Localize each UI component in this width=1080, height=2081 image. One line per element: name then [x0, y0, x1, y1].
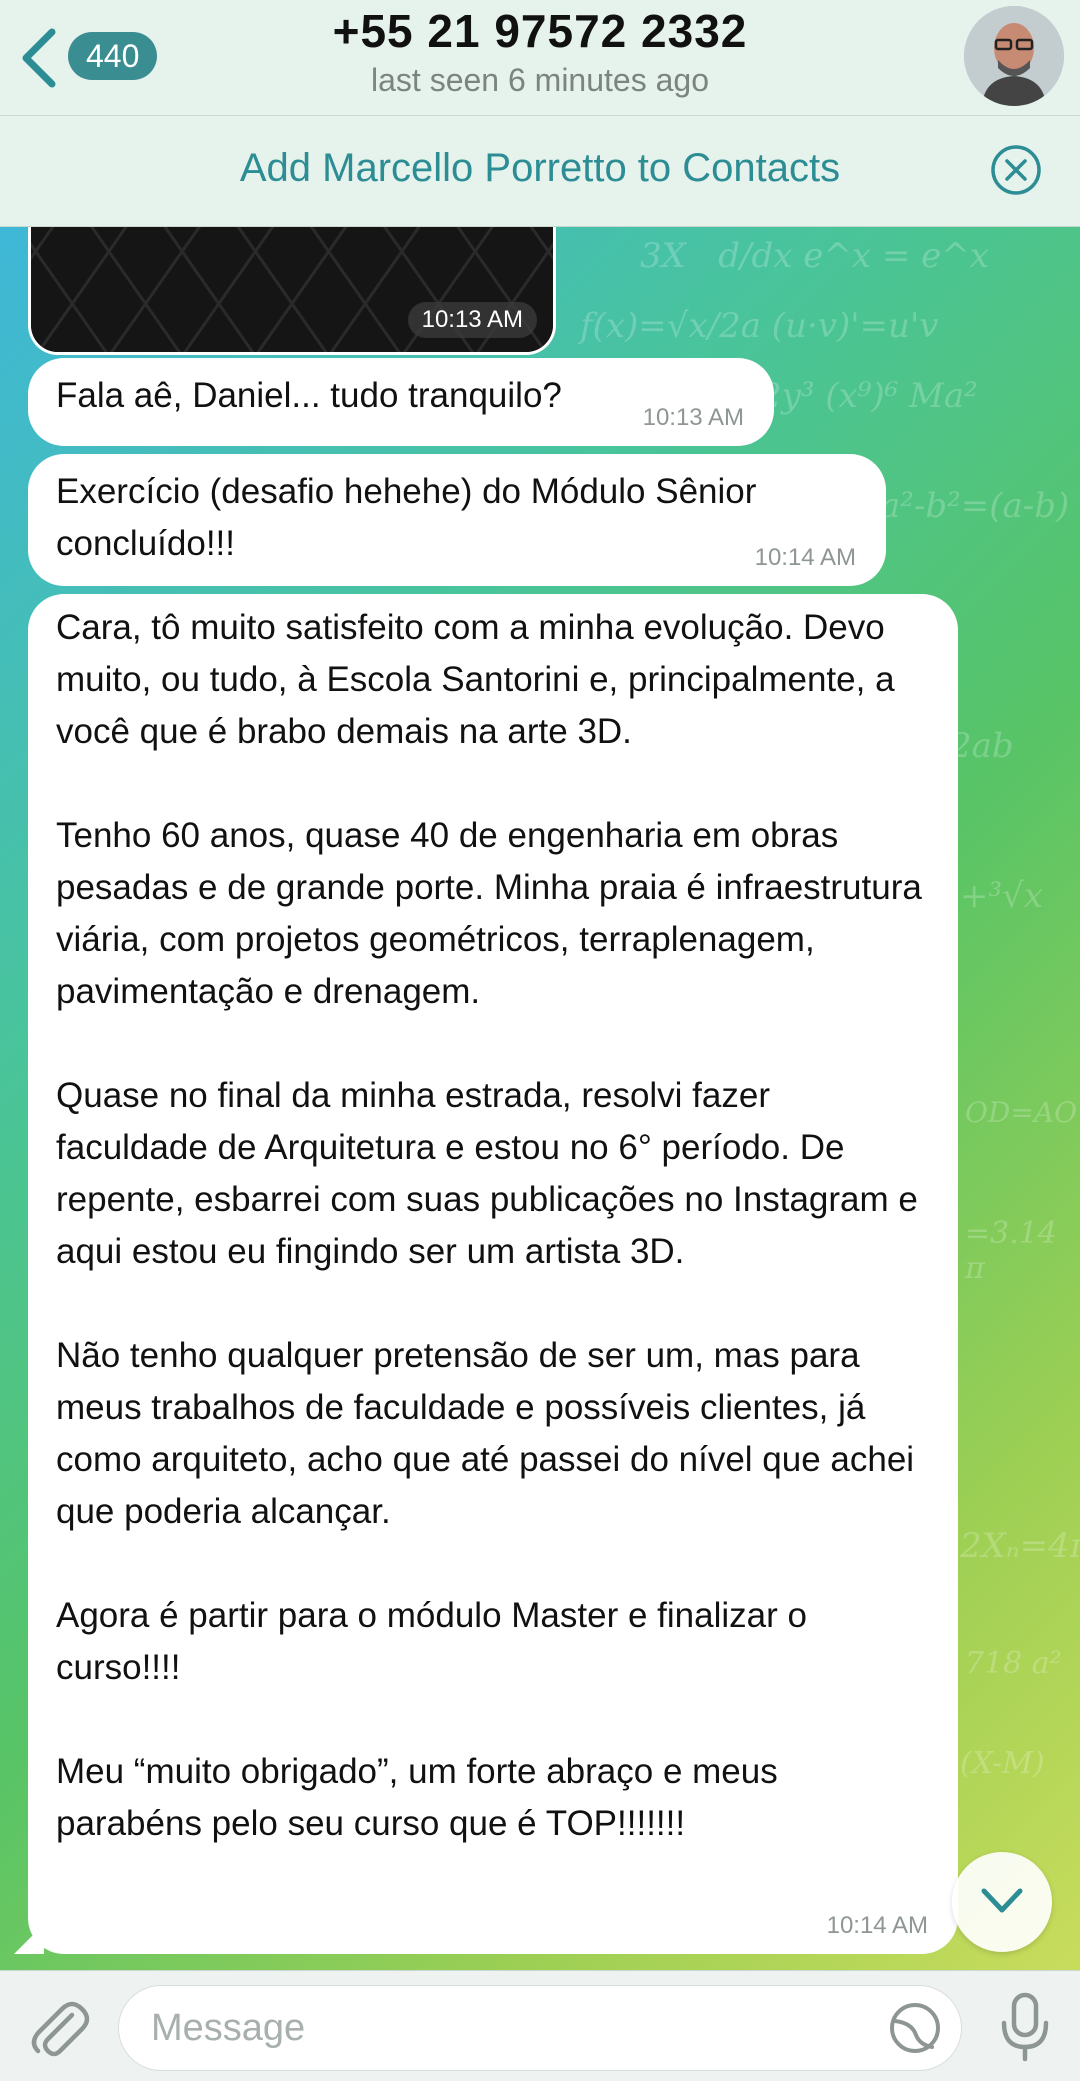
add-contact-bar: Add Marcello Porretto to Contacts — [0, 116, 1080, 227]
background-doodle: 2Xₙ=4π — [960, 1526, 1080, 1566]
message-paragraph: Não tenho qualquer pretensão de ser um, … — [56, 1336, 915, 1531]
background-doodle: +³√x — [960, 876, 1043, 916]
message-time: 10:13 AM — [642, 404, 744, 431]
scroll-to-bottom-button[interactable] — [952, 1852, 1052, 1952]
microphone-icon — [1001, 1992, 1049, 2062]
avatar[interactable] — [964, 6, 1064, 106]
media-message[interactable]: 10:13 AM — [28, 226, 556, 355]
avatar-image — [964, 6, 1064, 106]
background-doodle: =3.14 π — [965, 1216, 1057, 1286]
contact-title[interactable]: +55 21 97572 2332 — [0, 4, 1080, 58]
message-paragraph: Agora é partir para o módulo Master e fi… — [56, 1596, 807, 1687]
message-time: 10:14 AM — [754, 544, 856, 571]
background-doodle: f(x)=√x/2a (u·v)'=u'v — [580, 306, 939, 346]
message-text: Exercício (desafio hehehe) do Módulo Sên… — [56, 472, 767, 563]
add-contact-button[interactable]: Add Marcello Porretto to Contacts — [0, 146, 1080, 191]
composer-bar — [0, 1970, 1080, 2081]
attach-button[interactable] — [28, 1993, 90, 2064]
chat-header: 440 +55 21 97572 2332 last seen 6 minute… — [0, 0, 1080, 116]
message-paragraph: Quase no final da minha estrada, resolvi… — [56, 1076, 918, 1271]
message-time: 10:13 AM — [407, 302, 537, 338]
dismiss-add-contact-button[interactable] — [990, 144, 1042, 196]
background-doodle: OD=AO — [965, 1096, 1078, 1129]
background-doodle: a²-b²=(a-b) — [880, 486, 1070, 526]
message-paragraph: Meu “muito obrigado”, um forte abraço e … — [56, 1752, 778, 1843]
close-circle-icon — [991, 145, 1041, 195]
background-doodle: 3X d/dx e^x = e^x — [640, 236, 989, 276]
last-seen-status: last seen 6 minutes ago — [371, 62, 709, 98]
message-bubble[interactable]: Fala aê, Daniel... tudo tranquilo? 10:13… — [28, 358, 774, 446]
background-doodle: 718 a² — [965, 1646, 1062, 1681]
background-doodle: (X-M) — [960, 1746, 1045, 1781]
voice-record-button[interactable] — [1000, 1991, 1050, 2068]
message-input[interactable] — [118, 1985, 962, 2071]
message-bubble[interactable]: Cara, tô muito satisfeito com a minha ev… — [14, 594, 958, 1954]
paperclip-icon — [31, 2001, 90, 2057]
sticker-button[interactable] — [888, 2001, 942, 2060]
background-doodle: 2ab — [950, 726, 1014, 766]
background-doodle: 2y³ (x⁹)⁶ Ma² — [760, 376, 978, 416]
message-paragraph: Cara, tô muito satisfeito com a minha ev… — [56, 608, 895, 751]
message-text: Cara, tô muito satisfeito com a minha ev… — [56, 602, 930, 1850]
message-paragraph: Tenho 60 anos, quase 40 de engenharia em… — [56, 816, 922, 1011]
message-time: 10:14 AM — [826, 1912, 928, 1939]
sticker-icon — [890, 2003, 940, 2053]
message-bubble[interactable]: Exercício (desafio hehehe) do Módulo Sên… — [28, 454, 886, 586]
chevron-down-icon — [981, 1888, 1023, 1913]
